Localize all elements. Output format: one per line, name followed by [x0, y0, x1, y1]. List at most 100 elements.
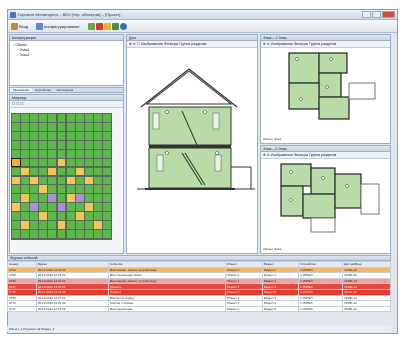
matrix-cell[interactable] [48, 221, 57, 229]
matrix-cell[interactable] [102, 185, 111, 194]
matrix-cell[interactable] [93, 114, 102, 122]
matrix-cell[interactable] [84, 176, 93, 185]
matrix-cell[interactable] [93, 167, 102, 176]
matrix-cell[interactable] [57, 203, 66, 211]
matrix-cell[interactable] [66, 194, 75, 203]
matrix-cell[interactable] [66, 140, 75, 149]
matrix-cell[interactable] [57, 194, 66, 203]
matrix-cell[interactable] [93, 131, 102, 140]
matrix-cell[interactable] [39, 158, 48, 167]
matrix-cell[interactable] [39, 185, 48, 194]
matrix-cell[interactable] [39, 203, 48, 211]
matrix-cell[interactable] [84, 123, 93, 131]
matrix-cell[interactable] [39, 123, 48, 131]
matrix-cell[interactable] [75, 167, 84, 176]
tab-mnemonic[interactable]: Мнемоника [10, 88, 32, 92]
images-tool[interactable]: Изображения [271, 42, 293, 46]
matrix-cell[interactable] [39, 149, 48, 158]
matrix-cell[interactable] [75, 149, 84, 158]
matrix-cell[interactable] [39, 167, 48, 176]
matrix-cell[interactable] [93, 194, 102, 203]
matrix-cell[interactable] [75, 212, 84, 220]
matrix-cell[interactable] [12, 140, 21, 149]
matrix-cell[interactable] [75, 221, 84, 229]
matrix-cell[interactable] [93, 203, 102, 211]
info-icon[interactable] [120, 23, 127, 30]
matrix-cell-selected[interactable] [11, 157, 22, 168]
matrix-cell[interactable] [21, 194, 30, 203]
matrix-cell[interactable] [39, 176, 48, 185]
matrix-cell[interactable] [12, 123, 21, 131]
groups-tool[interactable]: Группа разделов [179, 42, 206, 46]
matrix-cell[interactable] [48, 212, 57, 220]
matrix-cell[interactable] [102, 123, 111, 131]
matrix-cell[interactable] [39, 229, 48, 238]
matrix-cell[interactable] [30, 131, 39, 140]
matrix-cell[interactable] [84, 221, 93, 229]
matrix-cell[interactable] [12, 229, 21, 238]
matrix-cell[interactable] [30, 114, 39, 122]
matrix-cell[interactable] [102, 167, 111, 176]
matrix-cell[interactable] [75, 176, 84, 185]
matrix-cell[interactable] [75, 131, 84, 140]
tree-item-floor2[interactable]: ▫ Этаж2 [13, 53, 30, 58]
matrix-cell[interactable] [48, 203, 57, 211]
matrix-cell[interactable] [57, 229, 66, 238]
matrix-cell[interactable] [21, 176, 30, 185]
matrix-cell[interactable] [84, 212, 93, 220]
matrix-cell[interactable] [57, 212, 66, 220]
matrix-cell[interactable] [30, 158, 39, 167]
matrix-cell[interactable] [12, 194, 21, 203]
tab-schedules[interactable]: Расписания [54, 88, 77, 92]
images-tool[interactable]: Изображения [271, 153, 293, 157]
matrix-cell[interactable] [93, 176, 102, 185]
matrix-cell[interactable] [30, 149, 39, 158]
matrix-cell[interactable] [57, 176, 66, 185]
matrix-cell[interactable] [48, 167, 57, 176]
matrix-cell[interactable] [30, 123, 39, 131]
matrix-cell[interactable] [57, 167, 66, 176]
matrix-cell[interactable] [48, 149, 57, 158]
matrix-cell[interactable] [102, 149, 111, 158]
zoom-icon[interactable]: ⊕ ⊖ [263, 42, 270, 46]
matrix-cell[interactable] [21, 167, 30, 176]
matrix-cell[interactable] [66, 131, 75, 140]
matrix-cell[interactable] [30, 203, 39, 211]
minimize-button[interactable] [362, 11, 371, 18]
refresh-icon[interactable] [88, 23, 95, 30]
matrix-cell[interactable] [48, 140, 57, 149]
delete-icon[interactable] [96, 23, 103, 30]
matrix-cell[interactable] [12, 114, 21, 122]
matrix-cell[interactable] [21, 203, 30, 211]
matrix-cell[interactable] [93, 158, 102, 167]
matrix-cell[interactable] [48, 185, 57, 194]
matrix-cell[interactable] [93, 140, 102, 149]
zoom-icon[interactable]: ⊕ ⊖ ☐ [129, 42, 140, 46]
matrix-cell[interactable] [57, 149, 66, 158]
matrix-cell[interactable] [93, 221, 102, 229]
floor1-plan[interactable] [261, 49, 391, 133]
matrix-cell[interactable] [75, 229, 84, 238]
matrix-cell[interactable] [66, 229, 75, 238]
matrix-cell[interactable] [12, 167, 21, 176]
matrix-cell[interactable] [102, 158, 111, 167]
matrix-cell[interactable] [57, 140, 66, 149]
matrix-cell[interactable] [75, 203, 84, 211]
images-tool[interactable]: Изображения [141, 42, 163, 46]
matrix-cell[interactable] [39, 131, 48, 140]
matrix-cell[interactable] [21, 221, 30, 229]
matrix-cell[interactable] [102, 176, 111, 185]
matrix-cell[interactable] [66, 203, 75, 211]
building-section-drawing[interactable] [127, 49, 258, 249]
matrix-cell[interactable] [93, 229, 102, 238]
matrix-cell[interactable] [48, 131, 57, 140]
matrix-cell[interactable] [75, 123, 84, 131]
matrix-cell[interactable] [66, 167, 75, 176]
matrix-cell[interactable] [93, 149, 102, 158]
matrix-cell[interactable] [66, 114, 75, 122]
matrix-cell[interactable] [39, 114, 48, 122]
matrix-cell[interactable] [39, 212, 48, 220]
filters-tool[interactable]: Фильтры [294, 42, 308, 46]
matrix-cell[interactable] [84, 131, 93, 140]
matrix-cell[interactable] [57, 185, 66, 194]
